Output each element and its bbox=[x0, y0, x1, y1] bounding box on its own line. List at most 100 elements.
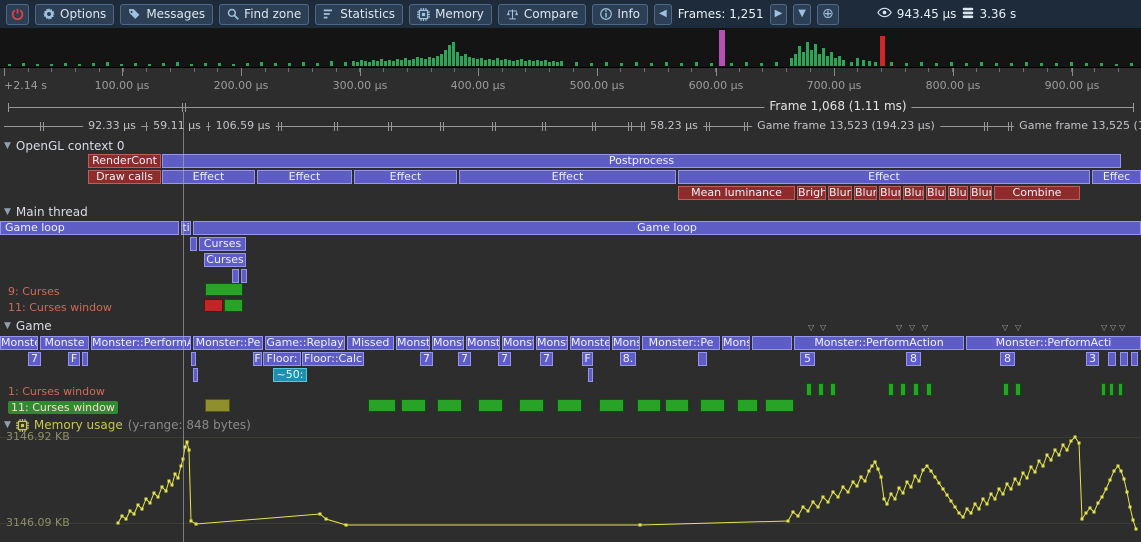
zone[interactable]: Monster::PerformActi bbox=[966, 336, 1141, 350]
zone[interactable]: Effect bbox=[459, 170, 676, 184]
histogram-bar[interactable] bbox=[890, 62, 893, 66]
plot-bar[interactable] bbox=[818, 383, 824, 396]
zone[interactable]: Missed bbox=[347, 336, 394, 350]
histogram-bar[interactable] bbox=[620, 63, 623, 66]
zone[interactable]: Monste bbox=[570, 336, 610, 350]
plot-bar[interactable] bbox=[437, 399, 462, 412]
histogram-bar[interactable] bbox=[440, 54, 443, 66]
histogram-bar[interactable] bbox=[464, 54, 467, 66]
histogram-bar[interactable] bbox=[396, 59, 399, 66]
options-button[interactable]: Options bbox=[35, 4, 114, 25]
histogram-bar[interactable] bbox=[50, 64, 53, 66]
zone[interactable]: Effect bbox=[354, 170, 457, 184]
zone[interactable] bbox=[232, 269, 239, 283]
histogram-bar[interactable] bbox=[794, 54, 797, 66]
histogram-bar[interactable] bbox=[408, 60, 411, 66]
find-zone-button[interactable]: Find zone bbox=[219, 4, 309, 25]
info-button[interactable]: Info bbox=[592, 4, 648, 25]
histogram-bar[interactable] bbox=[1085, 63, 1088, 66]
histogram-bar[interactable] bbox=[472, 58, 475, 66]
histogram-bar[interactable] bbox=[260, 62, 263, 66]
histogram-bar[interactable] bbox=[376, 61, 379, 66]
zone[interactable] bbox=[752, 336, 792, 350]
histogram-bar[interactable] bbox=[356, 62, 359, 66]
plot-bar[interactable] bbox=[368, 399, 396, 412]
message-marker-icon[interactable]: ▽ bbox=[820, 324, 826, 332]
histogram-bar[interactable] bbox=[556, 62, 559, 66]
histogram-bar[interactable] bbox=[536, 60, 539, 66]
zone[interactable]: Monster::Pe bbox=[642, 336, 720, 350]
histogram-bar[interactable] bbox=[532, 61, 535, 66]
frame-label[interactable]: 92.33 µs bbox=[83, 119, 141, 132]
histogram-bar[interactable] bbox=[575, 62, 578, 66]
zone[interactable]: Effec bbox=[1092, 170, 1141, 184]
zone[interactable]: Curses bbox=[204, 253, 246, 267]
zone[interactable]: Mean luminance bbox=[678, 186, 795, 200]
collapse-triangle-icon[interactable]: ▼ bbox=[4, 420, 11, 430]
zone[interactable]: Blur bbox=[879, 186, 901, 200]
zone[interactable]: Effect bbox=[257, 170, 352, 184]
histogram-bar[interactable] bbox=[274, 63, 277, 66]
plot-label[interactable]: 9: Curses bbox=[8, 285, 60, 298]
histogram-bar[interactable] bbox=[822, 48, 825, 66]
histogram-bar[interactable] bbox=[1100, 63, 1103, 66]
histogram-bar[interactable] bbox=[372, 60, 375, 66]
histogram-bar[interactable] bbox=[480, 58, 483, 66]
plot-label[interactable]: 11: Curses window bbox=[8, 401, 118, 414]
section-header[interactable]: ▼Game bbox=[4, 319, 52, 333]
plot-bar[interactable] bbox=[401, 399, 426, 412]
histogram-bar[interactable] bbox=[560, 61, 563, 66]
zone[interactable] bbox=[193, 368, 198, 382]
next-frame-button[interactable]: ▶ bbox=[770, 4, 788, 25]
histogram-bar[interactable] bbox=[8, 64, 11, 66]
histogram-bar[interactable] bbox=[92, 63, 95, 66]
histogram-bar[interactable] bbox=[856, 58, 859, 66]
histogram-bar[interactable] bbox=[488, 59, 491, 66]
collapse-triangle-icon[interactable]: ▼ bbox=[4, 321, 11, 331]
histogram-bar[interactable] bbox=[444, 50, 447, 66]
plot-bar[interactable] bbox=[519, 399, 544, 412]
plot-bar[interactable] bbox=[637, 399, 661, 412]
zone[interactable] bbox=[191, 352, 196, 366]
zone[interactable]: Effect bbox=[162, 170, 255, 184]
message-marker-icon[interactable]: ▽ bbox=[909, 324, 915, 332]
plot-bar[interactable] bbox=[926, 383, 932, 396]
histogram-bar[interactable] bbox=[935, 63, 938, 66]
histogram-bar[interactable] bbox=[162, 63, 165, 66]
histogram-bar[interactable] bbox=[484, 60, 487, 66]
go-to-frame-button[interactable]: ▼ bbox=[793, 4, 811, 25]
histogram-bar[interactable] bbox=[965, 63, 968, 66]
histogram-bar[interactable] bbox=[1010, 63, 1013, 66]
histogram-bar[interactable] bbox=[524, 61, 527, 66]
zone[interactable]: 7 bbox=[28, 352, 41, 366]
histogram-bar[interactable] bbox=[1130, 63, 1133, 66]
compare-button[interactable]: Compare bbox=[498, 4, 586, 25]
zone[interactable]: 7 bbox=[540, 352, 553, 366]
time-cursor[interactable] bbox=[183, 112, 184, 542]
histogram-bar[interactable] bbox=[432, 58, 435, 66]
zone[interactable]: Monst bbox=[536, 336, 568, 350]
frame-label[interactable]: Game frame 13,525 (1 bbox=[1014, 119, 1141, 132]
histogram-bar[interactable] bbox=[420, 58, 423, 66]
histogram-bar[interactable] bbox=[388, 60, 391, 66]
plot-bar[interactable] bbox=[737, 399, 758, 412]
histogram-bar[interactable] bbox=[1055, 63, 1058, 66]
zone[interactable]: Game loop bbox=[0, 221, 179, 235]
histogram-bar[interactable] bbox=[874, 62, 877, 66]
histogram-bar[interactable] bbox=[78, 64, 81, 66]
zone[interactable]: F bbox=[68, 352, 80, 366]
histogram-bar[interactable] bbox=[468, 57, 471, 66]
zone[interactable] bbox=[241, 269, 247, 283]
zone[interactable]: Monste bbox=[40, 336, 89, 350]
histogram-bar[interactable] bbox=[1025, 62, 1028, 66]
statistics-button[interactable]: Statistics bbox=[315, 4, 403, 25]
histogram-bar[interactable] bbox=[424, 59, 427, 66]
histogram-bar[interactable] bbox=[980, 62, 983, 66]
section-header[interactable]: ▼Main thread bbox=[4, 205, 88, 219]
histogram-bar[interactable] bbox=[905, 63, 908, 66]
histogram-bar[interactable] bbox=[218, 63, 221, 66]
frame-histogram[interactable] bbox=[0, 28, 1141, 68]
zone[interactable]: Blur bbox=[926, 186, 946, 200]
histogram-bar[interactable] bbox=[120, 64, 123, 66]
histogram-bar[interactable] bbox=[920, 62, 923, 66]
